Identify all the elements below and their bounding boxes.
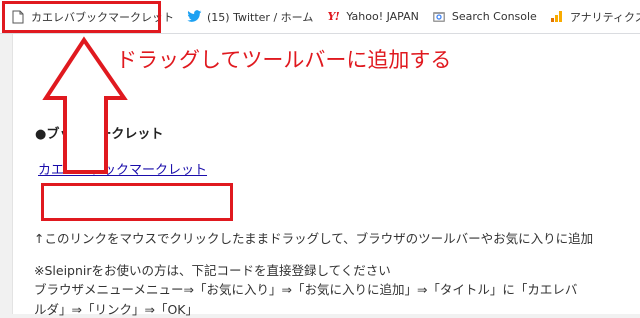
instruction-line: ↑このリンクをマウスでクリックしたままドラッグして、ブラウザのツールバーやお気に… (34, 231, 594, 246)
bookmark-label: Yahoo! JAPAN (346, 10, 419, 23)
sleipnir-note: ※Sleipnirをお使いの方は、下記コードを直接登録してください (34, 263, 391, 278)
analytics-icon (549, 9, 565, 25)
yahoo-y-icon: Y! (327, 10, 340, 23)
drag-instruction-heading: ドラッグしてツールバーに追加する (116, 48, 452, 72)
bookmark-yahoo[interactable]: Y! Yahoo! JAPAN (319, 4, 425, 30)
search-console-icon (431, 9, 447, 25)
bookmark-label: Search Console (451, 10, 537, 23)
bookmark-search-console[interactable]: Search Console (425, 4, 543, 30)
bookmarks-bar: カエレバブックマークレット (15) Twitter / ホーム Y! Yaho… (0, 0, 640, 34)
bookmark-label: カエレバブックマークレット (31, 10, 174, 24)
section-title: ●ブックマークレット (35, 127, 164, 142)
menu-path-line: ブラウザメニューメニュー⇒「お気に入り」⇒「お気に入りに追加」⇒「タイトル」に「… (34, 282, 578, 297)
page-icon (10, 9, 26, 25)
bookmark-kaereba[interactable]: カエレバブックマークレット (4, 4, 180, 30)
bookmark-label: (15) Twitter / ホーム (207, 10, 314, 24)
menu-path-line-2: ルダ」⇒「リンク」⇒「OK」 (34, 302, 198, 317)
twitter-bird-icon (186, 9, 202, 25)
bookmarklet-link[interactable]: カエレバブックマークレット (38, 159, 207, 178)
bookmark-analytics[interactable]: アナリティクス (543, 4, 640, 30)
bookmark-label: アナリティクス (569, 10, 640, 24)
bookmark-twitter[interactable]: (15) Twitter / ホーム (180, 4, 319, 30)
